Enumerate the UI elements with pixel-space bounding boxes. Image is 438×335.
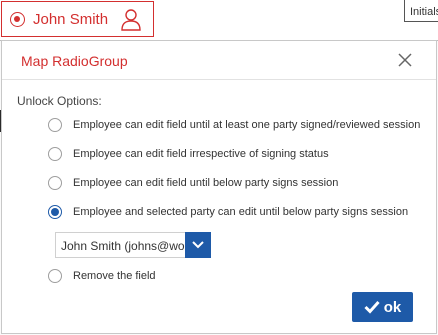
party-select[interactable]: John Smith (johns@wo [55,232,211,258]
unlock-options-label: Unlock Options: [17,94,102,108]
dialog-divider [2,79,436,80]
party-select-value: John Smith (johns@wo [61,239,185,253]
radio-selected-icon [10,11,25,27]
option-label: Employee and selected party can edit unt… [73,206,409,218]
option-edit-irrespective[interactable]: Employee can edit field irrespective of … [48,147,329,161]
option-radio[interactable] [48,118,62,132]
option-edit-until-below-signs[interactable]: Employee can edit field until below part… [48,176,338,190]
close-icon[interactable] [396,51,414,69]
option-edit-until-one-signed[interactable]: Employee can edit field until at least o… [48,118,420,132]
field-assignee-name: John Smith [33,10,109,28]
option-remove-field[interactable]: Remove the field [48,269,156,283]
option-radio[interactable] [48,269,62,283]
radio-group-field[interactable]: John Smith [1,1,154,37]
option-radio[interactable] [48,176,62,190]
check-icon [364,300,380,314]
map-radiogroup-dialog: Map RadioGroup Unlock Options: Employee … [1,40,437,334]
chevron-down-icon [192,241,204,249]
option-employee-and-party[interactable]: Employee and selected party can edit unt… [48,205,408,219]
option-label: Employee can edit field irrespective of … [73,148,329,160]
initials-column-header: Initials [404,0,438,22]
ok-button-label: ok [383,298,402,316]
dropdown-toggle[interactable] [185,232,211,258]
user-outline-icon [121,9,141,31]
option-label: Employee can edit field until below part… [73,177,339,189]
option-label: Employee can edit field until at least o… [73,119,421,131]
option-label: Remove the field [73,270,156,282]
ok-button[interactable]: ok [352,292,413,322]
option-radio[interactable] [48,147,62,161]
option-radio-selected[interactable] [48,205,62,219]
dialog-title: Map RadioGroup [21,53,128,69]
